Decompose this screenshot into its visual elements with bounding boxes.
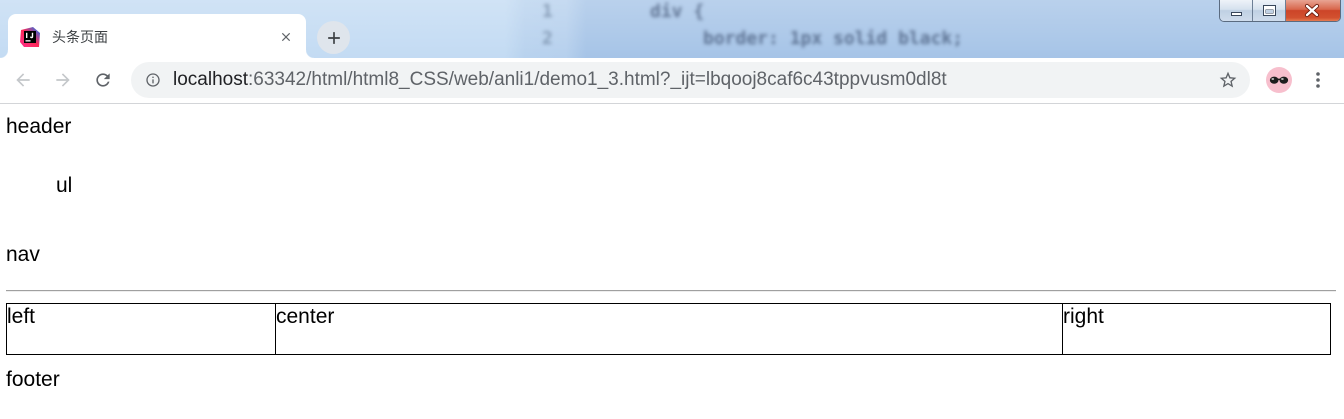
intellij-idea-icon <box>20 27 40 47</box>
close-icon[interactable] <box>279 30 293 44</box>
footer-text: footer <box>6 368 60 391</box>
close-icon[interactable] <box>279 30 293 44</box>
left-column: left <box>6 303 276 355</box>
tab-active[interactable]: 头条页面 <box>0 14 314 58</box>
arrow-forward-icon <box>56 73 70 87</box>
browser-toolbar: localhost:63342/html/html8_CSS/web/anli1… <box>0 58 1344 104</box>
right-column: right <box>1062 303 1331 355</box>
url-host: localhost <box>173 69 248 90</box>
star-outline-icon <box>1219 71 1237 88</box>
minimize-button[interactable] <box>1220 0 1253 21</box>
reload-icon <box>96 73 110 87</box>
horizontal-rule <box>6 290 1336 292</box>
reload-button[interactable] <box>93 70 113 90</box>
maximize-icon <box>1263 5 1276 16</box>
tab-strip: 1 div { 2 border: 1px solid black; 头条页面 <box>0 0 1344 58</box>
url-path: :63342/html/html8_CSS/web/anli1/demo1_3.… <box>248 69 947 90</box>
code-line-text: border: 1px solid black; <box>703 28 964 49</box>
minimize-icon <box>1231 12 1242 16</box>
info-icon[interactable] <box>145 72 161 88</box>
code-line-number: 1 <box>542 1 553 22</box>
intellij-idea-icon <box>20 27 40 47</box>
code-line-number: 2 <box>542 28 553 49</box>
profile-avatar[interactable] <box>1266 67 1292 93</box>
nav-text: nav <box>6 243 40 266</box>
center-column: center <box>275 303 1063 355</box>
window-close-button[interactable] <box>1286 0 1340 21</box>
address-bar[interactable]: localhost:63342/html/html8_CSS/web/anli1… <box>131 62 1250 98</box>
url-text[interactable]: localhost:63342/html/html8_CSS/web/anli1… <box>173 62 947 98</box>
bookmark-star-button[interactable] <box>1218 70 1238 90</box>
columns-row: left center right <box>6 303 1331 355</box>
header-text: header <box>6 115 72 138</box>
code-line-text: div { <box>650 1 705 22</box>
back-button[interactable] <box>13 70 33 90</box>
browser-menu-button[interactable] <box>1316 72 1320 88</box>
maximize-button[interactable] <box>1253 0 1286 21</box>
forward-button[interactable] <box>53 70 73 90</box>
more-vertical-icon <box>1316 72 1320 88</box>
avatar-sunglasses-icon <box>1266 67 1292 93</box>
close-icon <box>1304 3 1320 18</box>
plus-icon <box>327 31 340 44</box>
info-icon[interactable] <box>145 72 161 88</box>
arrow-back-icon <box>16 73 30 87</box>
page-content: header ul nav left center right footer <box>0 104 1344 419</box>
window-controls <box>1219 0 1341 22</box>
ul-text: ul <box>56 174 73 197</box>
new-tab-button[interactable] <box>317 21 350 54</box>
tab-title: 头条页面 <box>52 29 108 45</box>
